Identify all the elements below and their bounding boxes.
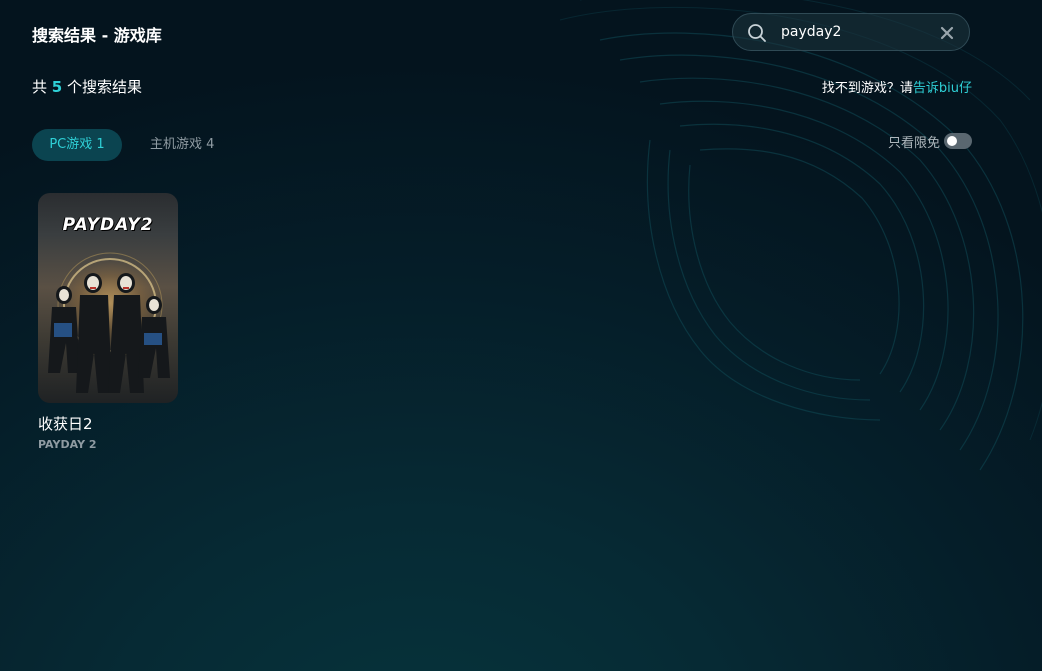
result-count-suffix: 个搜索结果 [67,78,143,96]
tab-pc-games[interactable]: PC游戏 1 [32,129,122,161]
free-only-toggle[interactable] [944,133,972,149]
result-count-prefix: 共 [32,78,48,96]
search-box[interactable] [732,13,970,51]
game-cover[interactable]: PAYDAY2 [38,193,178,403]
feedback-prompt: 找不到游戏？请 [821,81,913,96]
cover-artwork [48,252,170,393]
result-count-number: 5 [51,78,63,96]
free-only-label: 只看限免 [887,135,940,151]
search-icon [748,24,766,42]
tab-console-games[interactable]: 主机游戏 4 [138,129,226,161]
game-title: 收获日2 [38,415,93,433]
game-subtitle: PAYDAY 2 [38,438,97,451]
page-title: 搜索结果 - 游戏库 [32,26,162,45]
toggle-knob [947,136,957,146]
search-input[interactable] [781,22,921,42]
result-count: 共 5 个搜索结果 [32,76,142,97]
feedback-link[interactable]: 告诉biu仔 [913,81,972,96]
cover-logo: PAYDAY2 [62,215,154,235]
game-card[interactable]: PAYDAY2 收获日2 PAYDAY 2 [38,193,178,451]
close-icon[interactable] [939,25,955,41]
free-only-filter: 只看限免 [887,132,972,151]
feedback-text: 找不到游戏？请告诉biu仔 [822,77,972,96]
